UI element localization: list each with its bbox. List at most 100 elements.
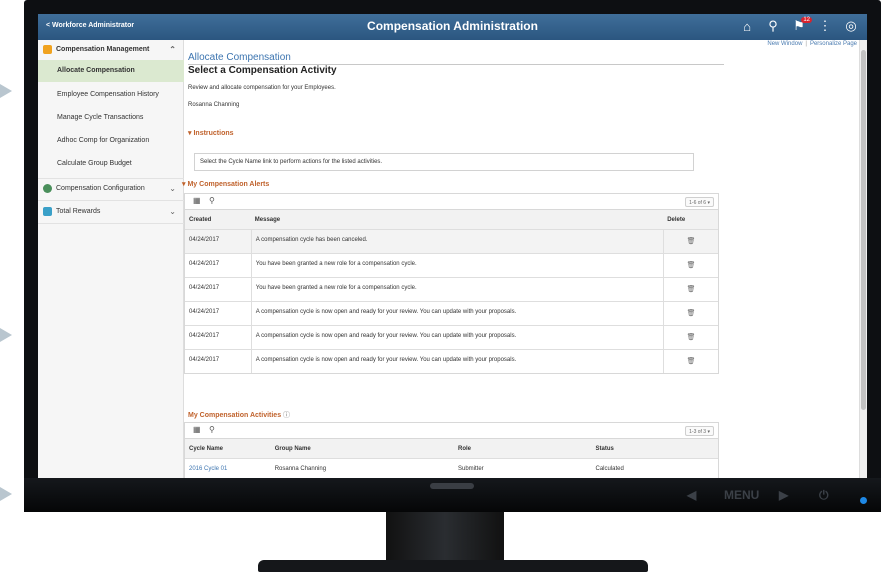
alert-created: 04/24/2017 xyxy=(189,357,220,363)
personalize-page-link[interactable]: Personalize Page xyxy=(810,41,857,47)
pager-text: 1-3 of 3 xyxy=(689,429,707,435)
monitor-bezel-bottom: ◀ MENU ▶ ⏻ xyxy=(24,478,881,512)
table-row: 2016 Cycle 01 Rosanna Channing Submitter… xyxy=(185,458,718,480)
role: Submitter xyxy=(458,466,484,472)
more-actions-icon[interactable]: ⋮ xyxy=(817,17,833,35)
bezel-notch xyxy=(430,483,474,489)
nav-group-compensation-configuration[interactable]: Compensation Configuration ⌄ xyxy=(38,179,184,199)
table-row: 04/24/2017 A compensation cycle is now o… xyxy=(185,325,718,349)
alert-created: 04/24/2017 xyxy=(189,309,220,315)
nav-item-calculate-group-budget[interactable]: Calculate Group Budget xyxy=(38,153,184,175)
nav-item-allocate-compensation[interactable]: Allocate Compensation xyxy=(38,60,184,82)
help-icon[interactable]: ⓘ xyxy=(283,412,290,419)
column-header[interactable]: Group Name xyxy=(271,439,454,458)
alerts-heading: My Compensation Alerts xyxy=(187,181,270,188)
alert-message: A compensation cycle is now open and rea… xyxy=(250,350,663,373)
home-icon[interactable]: ⌂ xyxy=(739,17,755,35)
activities-pager[interactable]: 1-3 of 3 ▾ xyxy=(685,426,714,436)
main-content: New Window | Personalize Page Allocate Com… xyxy=(182,40,867,480)
nav-group-label: Compensation Configuration xyxy=(56,185,145,192)
page-description: Review and allocate compensation for you… xyxy=(188,85,336,91)
chevron-down-icon: ⌄ xyxy=(169,207,176,216)
table-row: 04/24/2017 You have been granted a new r… xyxy=(185,277,718,301)
cycle-name-link[interactable]: 2016 Cycle 01 xyxy=(185,459,271,480)
table-row: 04/24/2017 A compensation cycle is now o… xyxy=(185,301,718,325)
monitor-frame: < Workforce Administrator Compensation A… xyxy=(24,0,881,512)
table-row: 04/24/2017 You have been granted a new r… xyxy=(185,253,718,277)
activities-heading: My Compensation Activities xyxy=(188,412,282,419)
alerts-toggle[interactable]: ▾ My Compensation Alerts xyxy=(182,180,269,188)
nav-divider xyxy=(38,200,184,201)
breadcrumb: Allocate Compensation xyxy=(188,52,291,63)
alert-message: You have been granted a new role for a c… xyxy=(250,278,663,301)
column-header[interactable]: Status xyxy=(591,439,718,458)
rewards-icon xyxy=(43,207,52,216)
alert-created: 04/24/2017 xyxy=(189,261,220,267)
page-links: New Window | Personalize Page xyxy=(767,41,857,47)
nav-group-compensation-management[interactable]: Compensation Management ⌃ xyxy=(38,40,184,60)
page-scrollbar[interactable] xyxy=(859,40,867,480)
nav-item-employee-compensation-history[interactable]: Employee Compensation History xyxy=(38,84,184,106)
hw-menu-label: MENU xyxy=(724,488,760,502)
nav-divider xyxy=(38,223,184,224)
grid-settings-icon[interactable]: ▦ xyxy=(193,196,201,205)
grid-settings-icon[interactable]: ▦ xyxy=(193,425,201,434)
notification-flag-icon[interactable]: ⚑ 12 xyxy=(791,17,812,35)
alerts-grid: ▦ ⚲ 1-6 of 6 ▾ Created Message Delete 04… xyxy=(184,193,719,374)
column-header: Delete xyxy=(667,217,686,223)
alerts-pager[interactable]: 1-6 of 6 ▾ xyxy=(685,197,714,207)
scroll-thumb[interactable] xyxy=(861,50,866,410)
notification-count: 12 xyxy=(801,17,812,23)
alert-created: 04/24/2017 xyxy=(189,333,220,339)
grid-toolbar: ▦ ⚲ 1-6 of 6 ▾ xyxy=(185,194,718,209)
pager-text: 1-6 of 6 xyxy=(689,200,707,206)
nav-item-label: Calculate Group Budget xyxy=(57,160,132,167)
power-led xyxy=(860,497,867,504)
hw-play-icon: ▶ xyxy=(779,488,789,502)
new-window-link[interactable]: New Window xyxy=(767,41,802,47)
activities-grid: ▦ ⚲ 1-3 of 3 ▾ Cycle Name Group Name Rol… xyxy=(184,422,719,480)
column-header[interactable]: Created xyxy=(185,210,251,229)
monitor-stand-neck xyxy=(386,512,504,562)
delete-trash-icon[interactable]: 🗑 xyxy=(663,326,718,349)
nav-item-label: Allocate Compensation xyxy=(57,67,135,74)
user-name: Rosanna Channing xyxy=(188,102,240,108)
navbar-compass-icon[interactable]: ◎ xyxy=(843,17,859,35)
group-name: Rosanna Channing xyxy=(274,466,327,472)
chevron-up-icon: ⌃ xyxy=(169,45,176,54)
left-navigation: Compensation Management ⌃ Allocate Compe… xyxy=(38,40,184,480)
hw-back-icon: ◀ xyxy=(687,488,697,502)
alert-message: A compensation cycle has been canceled. xyxy=(250,230,663,253)
monitor-stand-base xyxy=(258,560,648,572)
grid-search-icon[interactable]: ⚲ xyxy=(209,196,215,205)
chevron-down-icon: ⌄ xyxy=(169,184,176,193)
nav-item-adhoc-comp[interactable]: Adhoc Comp for Organization xyxy=(38,130,184,152)
nav-item-manage-cycle-transactions[interactable]: Manage Cycle Transactions xyxy=(38,107,184,129)
delete-trash-icon[interactable]: 🗑 xyxy=(663,230,718,253)
nav-item-label: Manage Cycle Transactions xyxy=(57,114,144,121)
app-header: < Workforce Administrator Compensation A… xyxy=(38,14,867,40)
grid-search-icon[interactable]: ⚲ xyxy=(209,425,215,434)
instructions-box: Select the Cycle Name link to perform ac… xyxy=(194,153,694,171)
search-icon[interactable]: ⚲ xyxy=(765,17,781,35)
instructions-toggle[interactable]: ▾ Instructions xyxy=(188,129,234,137)
alerts-header-row: Created Message Delete xyxy=(185,209,718,229)
alert-message: A compensation cycle is now open and rea… xyxy=(250,302,663,325)
column-header[interactable]: Cycle Name xyxy=(185,439,271,458)
delete-trash-icon[interactable]: 🗑 xyxy=(663,278,718,301)
instructions-heading: Instructions xyxy=(193,130,234,137)
nav-group-label: Total Rewards xyxy=(56,208,101,215)
nav-item-label: Adhoc Comp for Organization xyxy=(57,137,150,144)
delete-trash-icon[interactable]: 🗑 xyxy=(663,350,718,373)
delete-trash-icon[interactable]: 🗑 xyxy=(663,254,718,277)
nav-group-label: Compensation Management xyxy=(56,46,150,53)
hw-power-icon: ⏻ xyxy=(819,488,829,502)
nav-group-total-rewards[interactable]: Total Rewards ⌄ xyxy=(38,202,184,222)
column-header[interactable]: Message xyxy=(251,210,663,229)
column-header[interactable]: Role xyxy=(454,439,591,458)
delete-trash-icon[interactable]: 🗑 xyxy=(663,302,718,325)
table-row: 04/24/2017 A compensation cycle is now o… xyxy=(185,349,718,373)
side-arrow-middle xyxy=(0,328,12,342)
activities-header-row: Cycle Name Group Name Role Status xyxy=(185,438,718,458)
activities-heading-row: My Compensation Activities ⓘ xyxy=(188,410,290,420)
